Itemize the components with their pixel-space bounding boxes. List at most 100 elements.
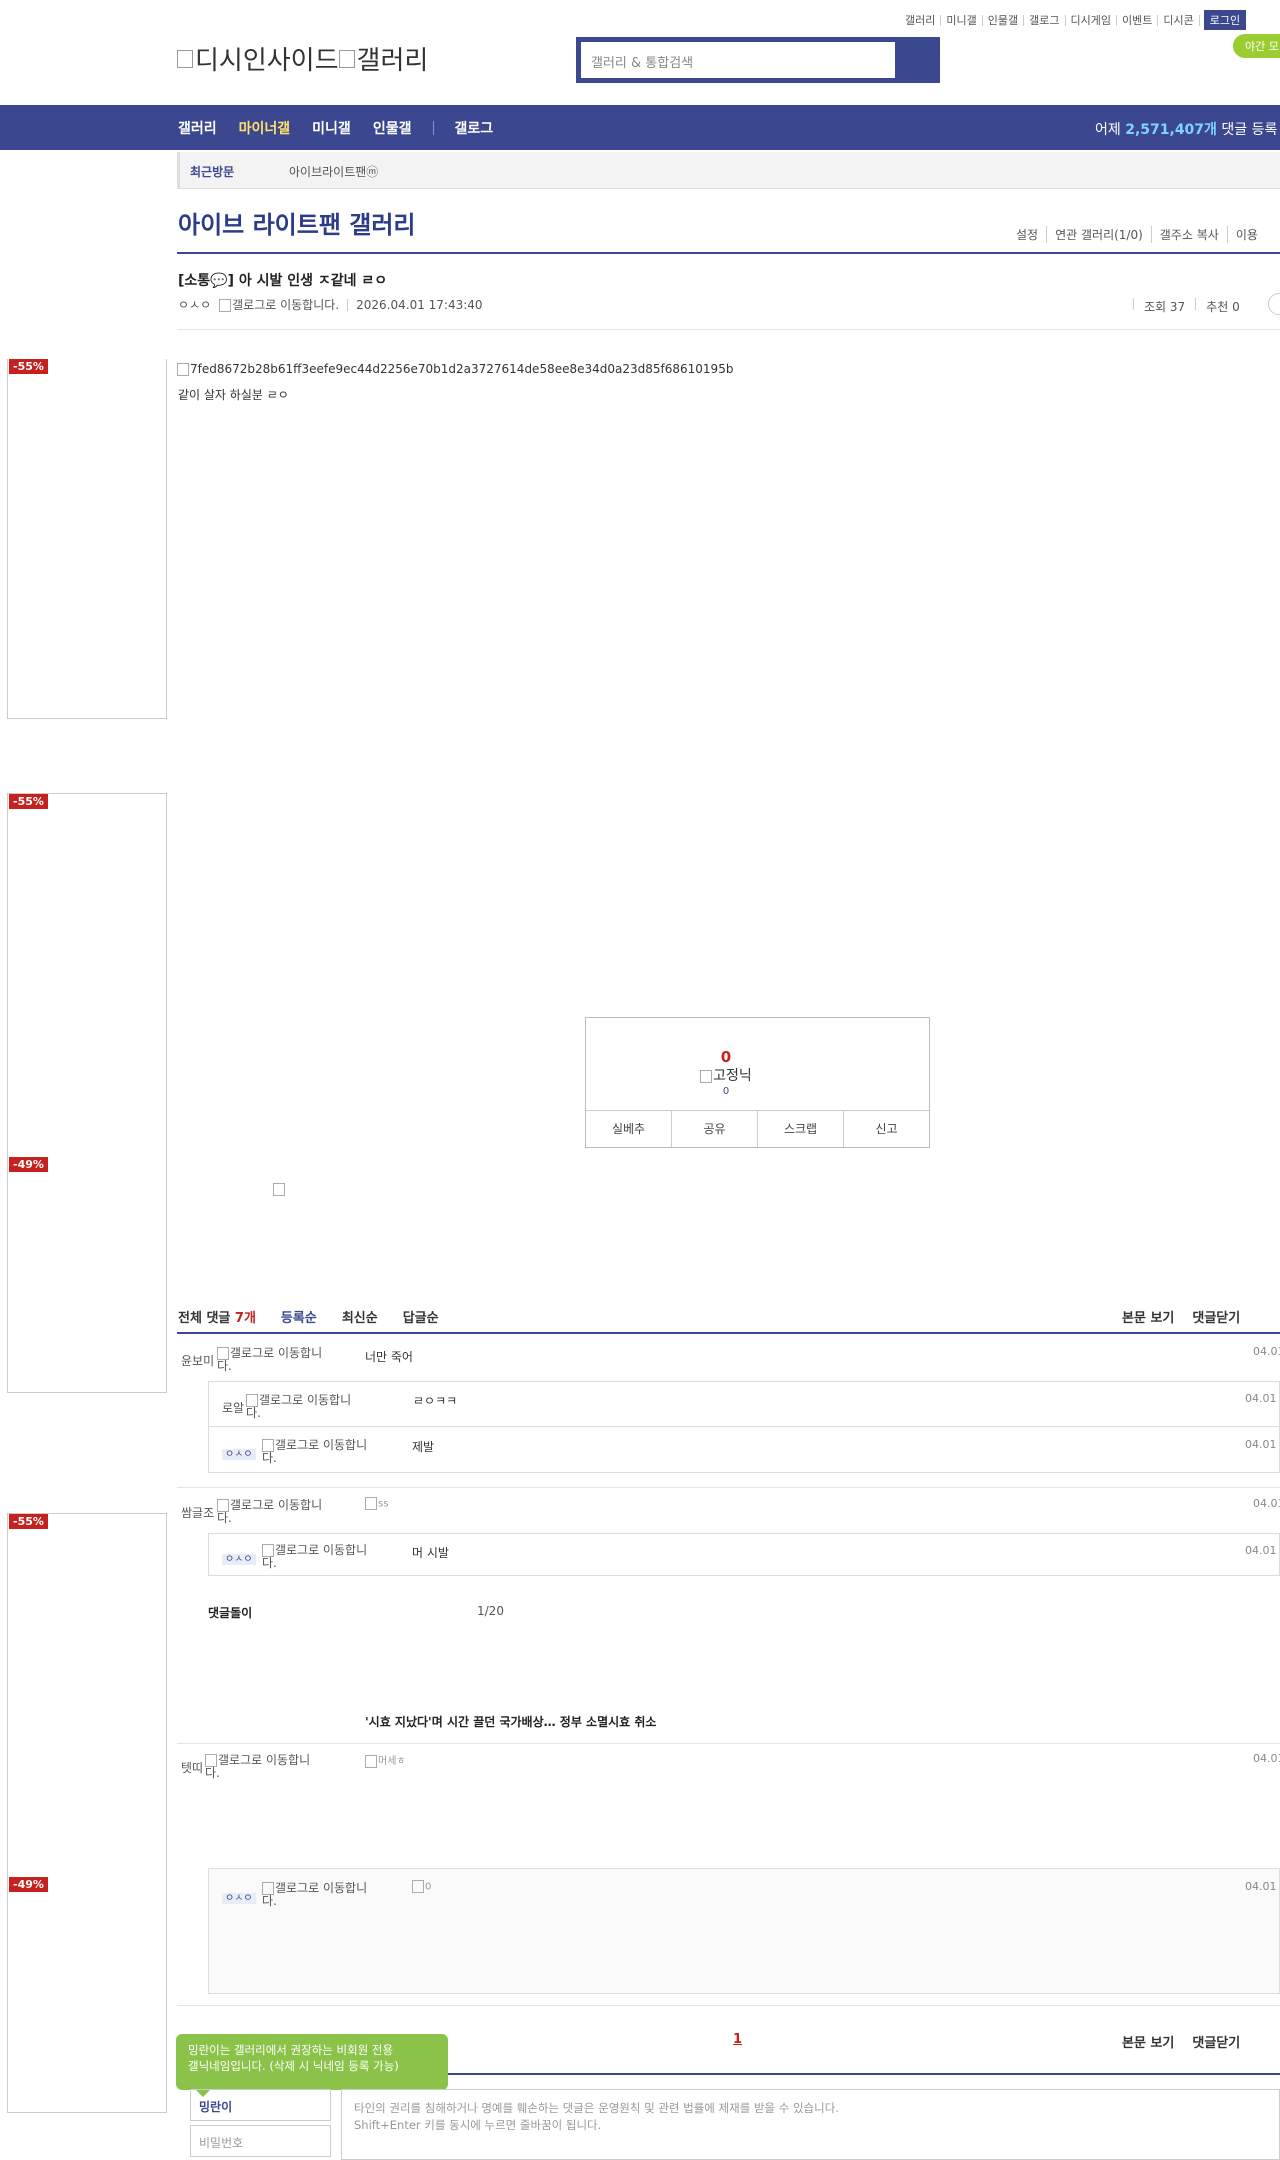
search-bar: 갤러리 & 통합검색	[576, 37, 940, 83]
post-views: 조회 37	[1144, 300, 1186, 314]
close-comments-button[interactable]: 댓글닫기	[1192, 2032, 1240, 2051]
usage-link[interactable]: 이용	[1226, 226, 1266, 243]
comment-header-actions: 본문 보기 댓글닫기	[1122, 1307, 1240, 1326]
nav-gallog[interactable]: 갤로그	[454, 118, 493, 138]
gallog-link[interactable]: 갤로그로 이동합니다.	[246, 1394, 356, 1419]
comment-item: 텟띠 갤로그로 이동합니다. 머세ㅎ 04.01	[177, 1752, 1280, 1792]
comment-date: 04.01	[1253, 1752, 1280, 1765]
tooltip-line-1: 밍란이는 갤러리에서 권장하는 비회원 전용	[188, 2043, 394, 2057]
util-link-person[interactable]: 인물갤	[983, 14, 1025, 26]
util-link-event[interactable]: 이벤트	[1117, 14, 1159, 26]
comment-date: 04.01	[1253, 1497, 1280, 1510]
close-comments-button[interactable]: 댓글닫기	[1192, 1307, 1240, 1326]
reply-nick[interactable]: 로알	[222, 1399, 244, 1416]
reply-item: ㅇㅅㅇ 갤로그로 이동합니다. 제발 04.01 1	[208, 1426, 1280, 1473]
util-link-game[interactable]: 디시게임	[1066, 14, 1117, 26]
notice-line-2: Shift+Enter 키를 동시에 누르면 줄바꿈이 됩니다.	[354, 2118, 602, 2132]
best-recommend-button[interactable]: 실베추	[586, 1111, 672, 1147]
nav-person-gallery[interactable]: 인물갤	[373, 118, 412, 138]
discount-badge: -49%	[9, 1877, 48, 1892]
stat-count: 2,571,407개	[1125, 122, 1217, 138]
comment-header: 전체 댓글 7개 등록순 최신순 답글순	[178, 1307, 439, 1326]
comment-image[interactable]: ss	[365, 1497, 388, 1510]
reply-image[interactable]: 0	[412, 1880, 431, 1893]
author-gallog-link[interactable]: 갤로그로 이동합니다.	[219, 296, 339, 313]
gallog-link[interactable]: 갤로그로 이동합니다.	[217, 1347, 327, 1372]
tooltip-line-2: 갤닉네임입니다. (삭제 시 닉네임 등록 가능)	[188, 2059, 399, 2073]
stat-suffix: 댓글 등록	[1221, 122, 1278, 138]
side-ad-3[interactable]: -55% -49%	[7, 1513, 167, 2113]
broken-image-icon	[365, 1754, 377, 1768]
bot-nick[interactable]: 댓글돌이	[208, 1604, 252, 1621]
view-post-button[interactable]: 본문 보기	[1122, 1307, 1174, 1326]
scrap-button[interactable]: 스크랩	[758, 1111, 844, 1147]
login-button[interactable]: 로그인	[1203, 10, 1247, 30]
recent-visit-bar: 최근방문 아이브라이트팬ⓜ	[177, 152, 1280, 189]
logo-text-gallery: 갤러리	[356, 46, 429, 76]
comment-image[interactable]: 머세ㅎ	[365, 1752, 406, 1768]
name-field[interactable]: 밍란이	[190, 2089, 331, 2121]
title-underline	[177, 252, 1280, 254]
comment-nick[interactable]: 윤보미	[181, 1352, 214, 1369]
reply-nick[interactable]: ㅇㅅㅇ	[222, 1550, 256, 1565]
nav-gallery[interactable]: 갤러리	[178, 118, 217, 138]
gallog-link[interactable]: 갤로그로 이동합니다.	[262, 1882, 372, 1907]
util-link-gallog[interactable]: 갤로그	[1024, 14, 1066, 26]
recent-divider	[177, 152, 180, 188]
news-headline[interactable]: '시효 지났다'며 시간 끌던 국가배상… 정부 소멸시효 취소	[365, 1713, 656, 1730]
search-input[interactable]: 갤러리 & 통합검색	[581, 42, 895, 78]
comment-textarea[interactable]: 타인의 권리를 침해하거나 명예를 훼손하는 댓글은 운영원칙 및 관련 법률에…	[341, 2089, 1280, 2160]
nickname-tooltip: 밍란이는 갤러리에서 권장하는 비회원 전용 갤닉네임입니다. (삭제 시 닉네…	[176, 2034, 448, 2097]
sort-by-replies[interactable]: 답글순	[403, 1307, 439, 1326]
comment-nick[interactable]: 텟띠	[181, 1759, 203, 1776]
share-button[interactable]: 공유	[672, 1111, 758, 1147]
reply-item: ㅇㅅㅇ 갤로그로 이동합니다. 0 04.01 1	[208, 1868, 1280, 1994]
site-logo[interactable]: 디시인사이드 갤러리	[177, 40, 428, 77]
side-ad-2[interactable]: -55% -49%	[7, 793, 167, 1393]
night-mode-toggle[interactable]: 야간 모	[1233, 34, 1280, 58]
gallog-link[interactable]: 갤로그로 이동합니다.	[262, 1544, 372, 1569]
gallog-link[interactable]: 갤로그로 이동합니다.	[217, 1499, 327, 1524]
side-ad-1[interactable]: -55%	[7, 359, 167, 719]
copy-address-link[interactable]: 갤주소 복사	[1150, 226, 1227, 243]
reply-nick[interactable]: ㅇㅅㅇ	[222, 1889, 256, 1904]
view-post-button[interactable]: 본문 보기	[1122, 2032, 1174, 2051]
post-title: [소통💬] 아 시발 인생 ㅈ같네 ㄹㅇ	[178, 273, 388, 289]
post-counts: 조회 37 추천 0	[1133, 298, 1240, 315]
comment-nick[interactable]: 쌈글조	[181, 1504, 214, 1521]
report-button[interactable]: 신고	[844, 1111, 929, 1147]
notice-line-1: 타인의 권리를 침해하거나 명예를 훼손하는 댓글은 운영원칙 및 관련 법률에…	[354, 2101, 839, 2115]
sort-by-newest[interactable]: 최신순	[342, 1307, 378, 1326]
util-link-mini[interactable]: 미니갤	[941, 14, 983, 26]
broken-image-icon	[338, 49, 355, 68]
fixed-nick-recommend[interactable]: 고정닉	[648, 1065, 804, 1085]
top-utility-links: 갤러리 미니갤 인물갤 갤로그 디시게임 이벤트 디시콘 로그인	[900, 10, 1247, 30]
related-gallery-link[interactable]: 연관 갤러리(1/0)	[1046, 226, 1151, 243]
broken-image-icon	[700, 1069, 713, 1083]
broken-image-icon	[412, 1880, 424, 1893]
nav-minor-gallery[interactable]: 마이너갤	[239, 118, 291, 138]
broken-image-icon	[177, 363, 189, 376]
util-link-dccon[interactable]: 디시콘	[1158, 14, 1200, 26]
comment-divider	[177, 2005, 1280, 2006]
post-author[interactable]: ㅇㅅㅇ	[178, 296, 211, 313]
gallery-title[interactable]: 아이브 라이트팬 갤러리	[178, 205, 416, 240]
post-image[interactable]: 7fed8672b28b61ff3eefe9ec44d2256e70b1d2a3…	[177, 362, 733, 376]
main-navigation: 갤러리 마이너갤 미니갤 인물갤 갤로그 어제 2,571,407개 댓글 등록	[0, 105, 1280, 150]
util-link-gallery[interactable]: 갤러리	[900, 14, 942, 26]
inline-image[interactable]	[273, 1182, 286, 1196]
more-button[interactable]	[1268, 293, 1280, 315]
logo-text-dcinside: 디시인사이드	[195, 46, 339, 76]
password-field[interactable]: 비밀번호	[190, 2125, 331, 2157]
gallog-link[interactable]: 갤로그로 이동합니다.	[205, 1754, 315, 1779]
settings-link[interactable]: 설정	[1008, 226, 1046, 243]
nav-mini-gallery[interactable]: 미니갤	[312, 118, 351, 138]
recent-gallery-link[interactable]: 아이브라이트팬ⓜ	[289, 163, 378, 180]
reply-nick[interactable]: ㅇㅅㅇ	[222, 1445, 256, 1460]
search-button[interactable]	[896, 37, 940, 83]
page-1[interactable]: 1	[733, 2032, 742, 2047]
gallog-link[interactable]: 갤로그로 이동합니다.	[262, 1439, 372, 1464]
sort-by-registered[interactable]: 등록순	[281, 1307, 317, 1326]
discount-badge: -55%	[9, 794, 48, 809]
reply-text: 머 시발	[412, 1546, 449, 1560]
